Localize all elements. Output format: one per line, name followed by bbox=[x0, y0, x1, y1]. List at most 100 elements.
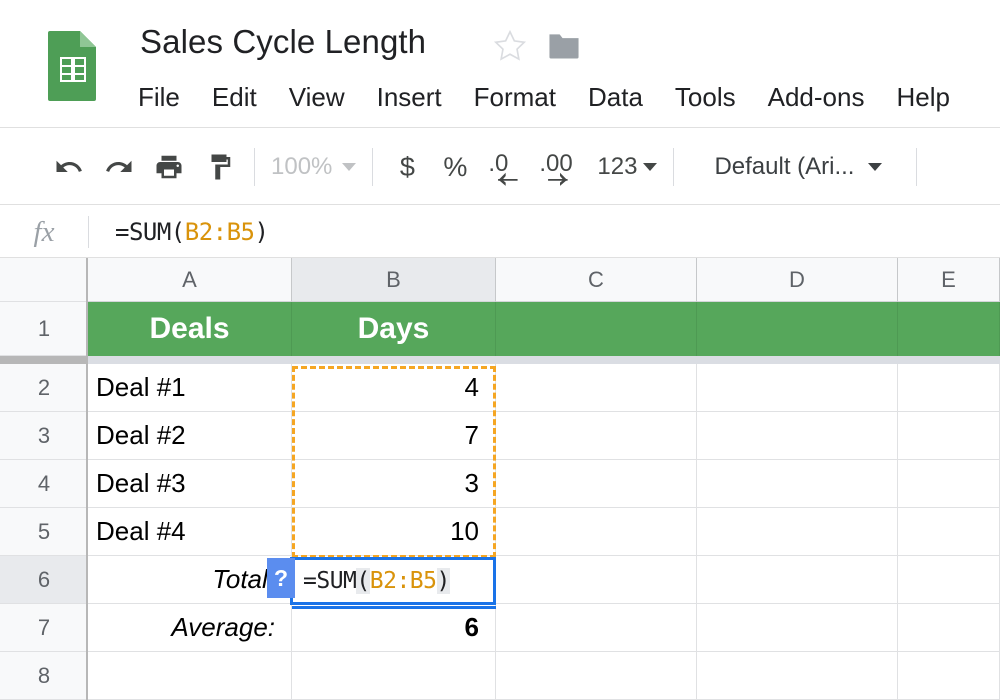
row-header-8[interactable]: 8 bbox=[0, 652, 88, 700]
cell-B5[interactable]: 10 bbox=[292, 508, 496, 556]
zoom-value: 100% bbox=[271, 153, 333, 180]
select-all-corner[interactable] bbox=[0, 258, 88, 302]
font-family-value: Default (Ari... bbox=[714, 153, 855, 180]
cell-A2[interactable]: Deal #1 bbox=[88, 364, 292, 412]
cell-E8[interactable] bbox=[898, 652, 1000, 700]
cell-E7[interactable] bbox=[898, 604, 1000, 652]
number-format-selector[interactable]: 123 bbox=[591, 153, 663, 181]
cell-D6[interactable] bbox=[697, 556, 898, 604]
frozen-row-handle[interactable] bbox=[0, 356, 88, 364]
menu-item-edit[interactable]: Edit bbox=[196, 78, 273, 116]
column-header-c[interactable]: C bbox=[496, 258, 697, 302]
column-header-e[interactable]: E bbox=[898, 258, 1000, 302]
menu-item-view[interactable]: View bbox=[273, 78, 361, 116]
menu-item-file[interactable]: File bbox=[138, 78, 196, 116]
menu-item-format[interactable]: Format bbox=[458, 78, 572, 116]
cell-A7[interactable]: Average: bbox=[88, 604, 292, 652]
cell-C6[interactable] bbox=[496, 556, 697, 604]
row-header-6[interactable]: 6 bbox=[0, 556, 88, 604]
font-family-selector[interactable]: Default (Ari... bbox=[704, 153, 892, 181]
cell-C5[interactable] bbox=[496, 508, 697, 556]
cell-E2[interactable] bbox=[898, 364, 1000, 412]
cell-B7[interactable]: 6 bbox=[292, 604, 496, 652]
row-header-7[interactable]: 7 bbox=[0, 604, 88, 652]
cell-E3[interactable] bbox=[898, 412, 1000, 460]
cell-C1[interactable] bbox=[496, 302, 697, 356]
chevron-down-icon bbox=[643, 163, 658, 171]
cell-E4[interactable] bbox=[898, 460, 1000, 508]
zoom-selector[interactable]: 100% bbox=[265, 153, 362, 181]
formula-prefix: =SUM( bbox=[115, 218, 185, 246]
chevron-down-icon bbox=[868, 163, 883, 171]
chevron-down-icon bbox=[342, 163, 357, 171]
menu-item-addons[interactable]: Add-ons bbox=[752, 78, 881, 116]
print-icon[interactable] bbox=[144, 142, 194, 192]
editor-reference: B2:B5 bbox=[369, 568, 437, 594]
cell-D3[interactable] bbox=[697, 412, 898, 460]
cell-D2[interactable] bbox=[697, 364, 898, 412]
toolbar-separator-3 bbox=[673, 148, 675, 186]
toolbar: 100% $ % .0 .00 123 Default (Ari... bbox=[0, 129, 1000, 205]
row-header-5[interactable]: 5 bbox=[0, 508, 88, 556]
row-header-1[interactable]: 1 bbox=[0, 302, 88, 356]
cell-B4[interactable]: 3 bbox=[292, 460, 496, 508]
cell-D8[interactable] bbox=[697, 652, 898, 700]
cell-A3[interactable]: Deal #2 bbox=[88, 412, 292, 460]
cell-B1[interactable]: Days bbox=[292, 302, 496, 356]
column-header-b[interactable]: B bbox=[292, 258, 496, 302]
decrease-decimal-button[interactable]: .0 bbox=[479, 142, 533, 192]
toolbar-divider bbox=[0, 204, 1000, 205]
toolbar-separator-1 bbox=[254, 148, 255, 186]
cell-C3[interactable] bbox=[496, 412, 697, 460]
row-header-3[interactable]: 3 bbox=[0, 412, 88, 460]
editor-close-paren: ) bbox=[436, 568, 450, 594]
cell-A5[interactable]: Deal #4 bbox=[88, 508, 292, 556]
menu-item-data[interactable]: Data bbox=[572, 78, 659, 116]
formula-input[interactable]: =SUM(B2:B5) bbox=[89, 218, 269, 246]
cell-A6[interactable]: Total: bbox=[88, 556, 292, 604]
editor-function-name: =SUM bbox=[303, 568, 357, 594]
formula-help-button[interactable]: ? bbox=[267, 558, 295, 598]
cell-D4[interactable] bbox=[697, 460, 898, 508]
cell-B2[interactable]: 4 bbox=[292, 364, 496, 412]
paint-format-icon[interactable] bbox=[194, 142, 244, 192]
cell-B8[interactable] bbox=[292, 652, 496, 700]
row-header-4[interactable]: 4 bbox=[0, 460, 88, 508]
star-outline-icon[interactable] bbox=[492, 28, 528, 64]
row-header-2[interactable]: 2 bbox=[0, 364, 88, 412]
menu-item-help[interactable]: Help bbox=[880, 78, 965, 116]
formula-suffix: ) bbox=[254, 218, 269, 246]
formula-reference: B2:B5 bbox=[184, 218, 255, 246]
cell-C4[interactable] bbox=[496, 460, 697, 508]
cell-editor-B6[interactable]: =SUM(B2:B5) bbox=[290, 557, 496, 605]
cell-C2[interactable] bbox=[496, 364, 697, 412]
cell-D1[interactable] bbox=[697, 302, 898, 356]
column-header-a[interactable]: A bbox=[88, 258, 292, 302]
cell-B3[interactable]: 7 bbox=[292, 412, 496, 460]
cell-A4[interactable]: Deal #3 bbox=[88, 460, 292, 508]
toolbar-separator-2 bbox=[372, 148, 374, 186]
cell-E6[interactable] bbox=[898, 556, 1000, 604]
cell-E5[interactable] bbox=[898, 508, 1000, 556]
column-header-d[interactable]: D bbox=[697, 258, 898, 302]
cell-C7[interactable] bbox=[496, 604, 697, 652]
cell-C8[interactable] bbox=[496, 652, 697, 700]
cell-D5[interactable] bbox=[697, 508, 898, 556]
percent-format-button[interactable]: % bbox=[431, 152, 479, 183]
formula-bar: fx =SUM(B2:B5) bbox=[0, 206, 1000, 258]
cell-E1[interactable] bbox=[898, 302, 1000, 356]
cell-A8[interactable] bbox=[88, 652, 292, 700]
document-title[interactable]: Sales Cycle Length bbox=[140, 20, 426, 64]
undo-icon[interactable] bbox=[44, 142, 94, 192]
cell-D7[interactable] bbox=[697, 604, 898, 652]
cell-A1[interactable]: Deals bbox=[88, 302, 292, 356]
fx-icon: fx bbox=[33, 215, 55, 248]
increase-decimal-button[interactable]: .00 bbox=[533, 142, 591, 192]
spreadsheet-app: Sales Cycle Length File Edit View Insert… bbox=[0, 0, 1000, 700]
redo-icon[interactable] bbox=[94, 142, 144, 192]
menu-item-insert[interactable]: Insert bbox=[361, 78, 458, 116]
toolbar-separator-4 bbox=[916, 148, 918, 186]
currency-format-button[interactable]: $ bbox=[383, 152, 431, 183]
folder-icon[interactable] bbox=[546, 30, 582, 62]
menu-item-tools[interactable]: Tools bbox=[659, 78, 752, 116]
